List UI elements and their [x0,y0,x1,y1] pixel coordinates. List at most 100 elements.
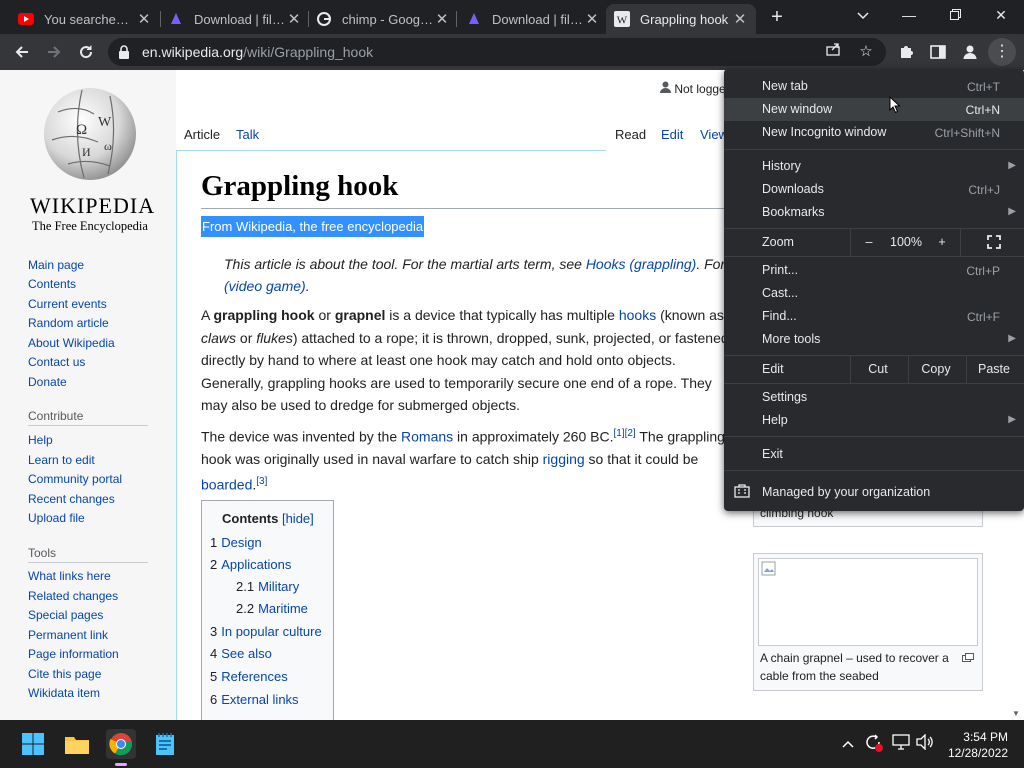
tab-google-search[interactable]: chimp - Google Se ✕ [308,4,458,34]
toc-item[interactable]: 3 In popular culture [210,624,322,639]
nav-community-portal[interactable]: Community portal [28,472,122,486]
menu-new-window[interactable]: New window [762,102,832,116]
menu-more-tools[interactable]: More tools [762,332,820,346]
menu-copy-button[interactable]: Copy [908,355,964,383]
new-tab-button[interactable]: + [765,6,789,30]
toc-link[interactable]: In popular culture [221,624,321,639]
reload-button[interactable] [72,38,100,66]
nav-page-information[interactable]: Page information [28,647,119,661]
link-hooks[interactable]: hooks [619,307,656,323]
toc-link[interactable]: Design [221,535,261,550]
nav-cite-this-page[interactable]: Cite this page [28,667,101,681]
nav-contact-us[interactable]: Contact us [28,355,85,369]
zoom-out-button[interactable]: – [854,228,884,256]
scroll-down-arrow[interactable]: ▼ [1008,680,1024,720]
menu-settings[interactable]: Settings [762,390,807,404]
bookmark-star-icon[interactable]: ☆ [852,38,880,66]
menu-new-tab[interactable]: New tab [762,79,808,93]
toc-item[interactable]: 2.2 Maritime [236,601,308,616]
toc-link[interactable]: Applications [221,557,291,572]
back-button[interactable] [8,38,36,66]
menu-find[interactable]: Find... [762,309,797,323]
toc-item[interactable]: 1 Design [210,535,262,550]
ref-3[interactable]: [3] [256,476,267,487]
address-bar[interactable]: en.wikipedia.org/wiki/Grappling_hook ☆ [108,38,886,66]
menu-paste-button[interactable]: Paste [966,355,1022,383]
tab-talk[interactable]: Talk [228,122,267,150]
link-boarded[interactable]: boarded [201,476,252,492]
toc-link[interactable]: Military [258,579,299,594]
toc-link[interactable]: See also [221,646,272,661]
hatnote-link[interactable]: Hooks (grappling) [586,256,697,272]
menu-managed-by-org[interactable]: Managed by your organization [762,485,930,499]
nav-current-events[interactable]: Current events [28,297,107,311]
toc-link[interactable]: External links [221,692,298,707]
nav-permanent-link[interactable]: Permanent link [28,628,108,642]
menu-history[interactable]: History [762,159,801,173]
broken-image[interactable] [758,558,978,646]
menu-bookmarks[interactable]: Bookmarks [762,205,825,219]
nav-help[interactable]: Help [28,433,53,447]
wikipedia-logo[interactable]: Ω W И ω WIKIPEDIA The Free Encyclopedia [30,84,154,233]
chrome-taskbar-icon[interactable] [106,729,136,766]
menu-downloads[interactable]: Downloads [762,182,824,196]
close-icon[interactable]: ✕ [136,10,152,28]
user-status[interactable]: Not logged [660,81,732,96]
toc-item[interactable]: 6 External links [210,692,299,707]
nav-upload-file[interactable]: Upload file [28,511,85,525]
link-rigging[interactable]: rigging [543,451,585,467]
volume-icon[interactable] [916,733,934,753]
nav-related-changes[interactable]: Related changes [28,589,118,603]
close-window-button[interactable]: ✕ [978,0,1024,30]
side-panel-icon[interactable] [924,38,952,66]
link-romans[interactable]: Romans [401,429,453,445]
tab-fileio-1[interactable]: Download | file.io ✕ [160,4,310,34]
nav-wikidata-item[interactable]: Wikidata item [28,686,100,700]
magnify-icon[interactable] [962,649,974,667]
nav-random-article[interactable]: Random article [28,316,109,330]
nav-donate[interactable]: Donate [28,375,67,389]
network-icon[interactable] [892,734,910,753]
menu-exit[interactable]: Exit [762,447,783,461]
toc-item[interactable]: 2.1 Military [236,579,299,594]
nav-main-page[interactable]: Main page [28,258,84,272]
nav-what-links-here[interactable]: What links here [28,569,111,583]
menu-cut-button[interactable]: Cut [850,355,906,383]
profile-icon[interactable] [956,38,984,66]
system-clock[interactable]: 3:54 PM 12/28/2022 [948,729,1008,761]
nav-about-wikipedia[interactable]: About Wikipedia [28,336,115,350]
nav-learn-to-edit[interactable]: Learn to edit [28,453,95,467]
nav-recent-changes[interactable]: Recent changes [28,492,115,506]
menu-cast[interactable]: Cast... [762,286,798,300]
notepad-icon[interactable] [150,729,180,759]
chrome-menu-button[interactable]: ⋮ [988,38,1016,66]
nav-contents[interactable]: Contents [28,277,76,291]
menu-print[interactable]: Print... [762,263,798,277]
file-explorer-icon[interactable] [62,729,92,759]
tray-chevron-up-icon[interactable] [842,736,854,751]
toc-hide-link[interactable]: [hide] [282,511,314,526]
fullscreen-icon[interactable] [980,228,1008,256]
zoom-in-button[interactable]: + [928,228,956,256]
close-icon[interactable]: ✕ [434,10,450,28]
menu-new-incognito-window[interactable]: New Incognito window [762,125,886,139]
close-icon[interactable]: ✕ [286,10,302,28]
hatnote-link-video-game[interactable]: (video game) [224,278,306,294]
restore-button[interactable] [932,0,978,30]
close-icon[interactable]: ✕ [732,10,748,28]
tab-read[interactable]: Read [607,122,655,150]
tab-search-chevron-icon[interactable] [840,0,886,30]
toc-item[interactable]: 5 References [210,669,288,684]
tab-fileio-2[interactable]: Download | file.io ✕ [458,4,608,34]
share-icon[interactable] [820,38,848,66]
ref-1[interactable]: [1] [613,428,624,439]
tab-article[interactable]: Article [176,122,229,150]
close-icon[interactable]: ✕ [584,10,600,28]
sync-error-icon[interactable] [864,734,884,755]
toc-item[interactable]: 4 See also [210,646,272,661]
toc-link[interactable]: Maritime [258,601,308,616]
menu-help[interactable]: Help [762,413,788,427]
toc-item[interactable]: 2 Applications [210,557,291,572]
minimize-button[interactable]: — [886,0,932,30]
lock-icon[interactable] [118,45,130,64]
